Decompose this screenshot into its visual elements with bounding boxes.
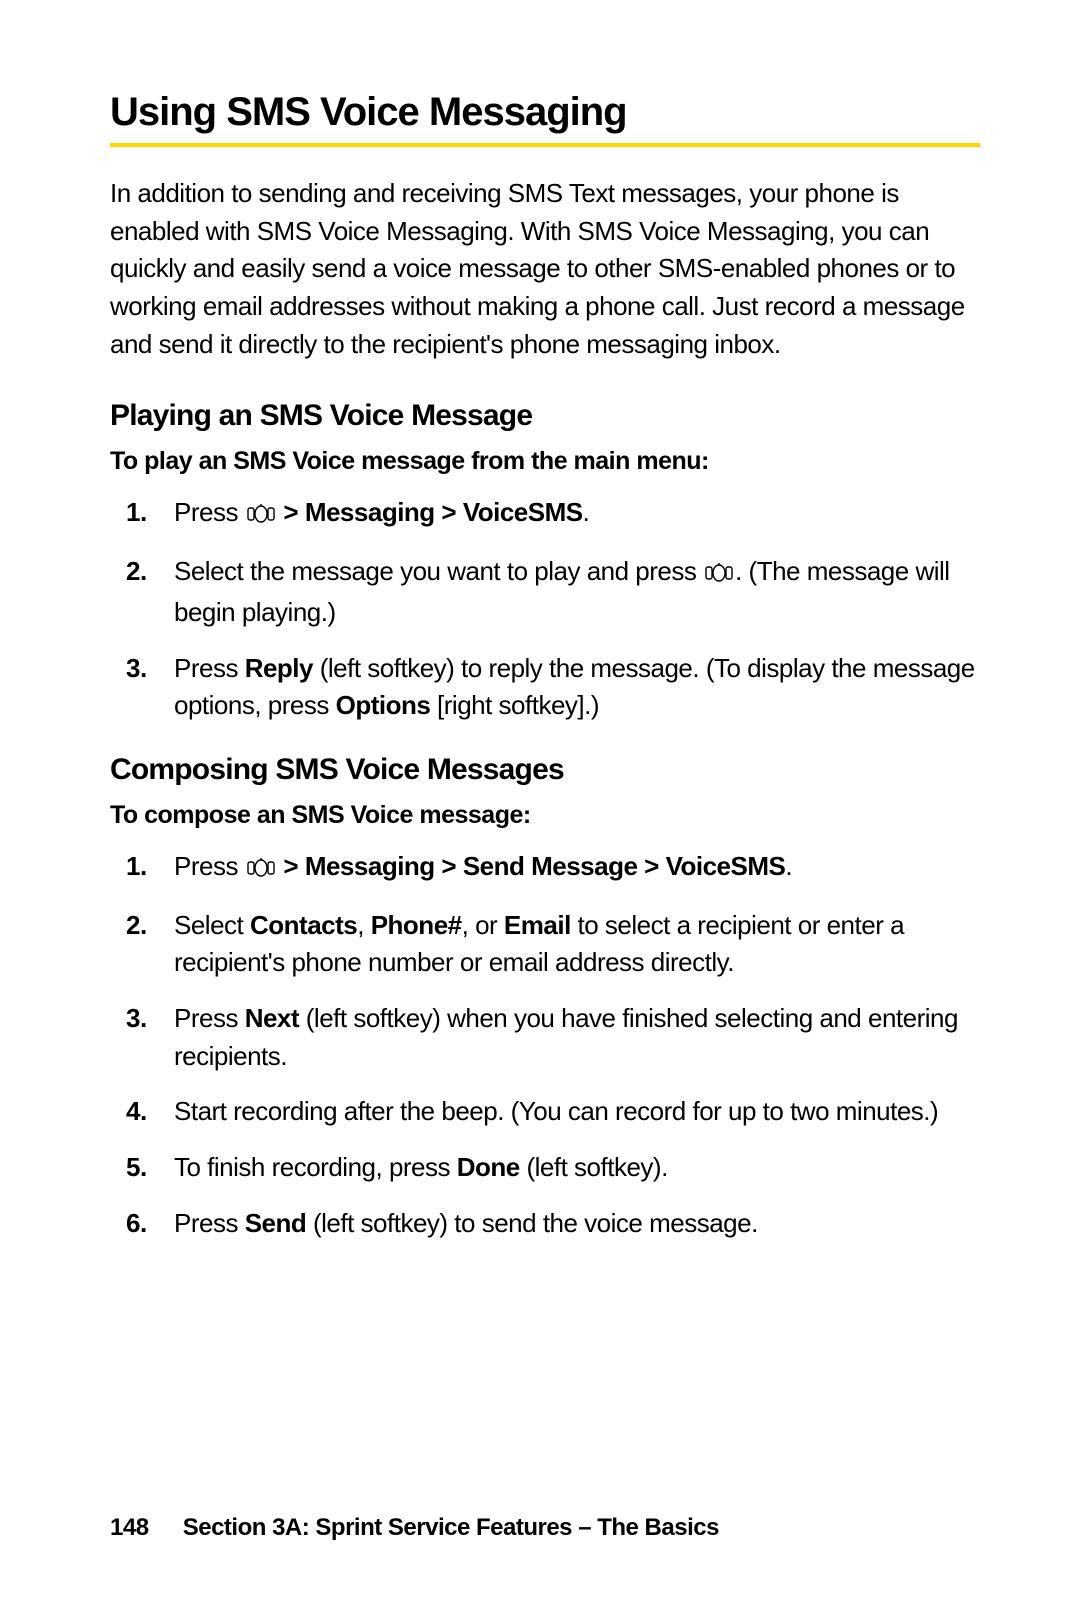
step-text: Press — [174, 851, 245, 881]
step-number: 2. — [126, 907, 147, 945]
subhead-composing: Composing SMS Voice Messages — [110, 753, 980, 787]
step-number: 4. — [126, 1093, 147, 1131]
bold-options: Options — [336, 690, 431, 720]
menu-path: > Messaging > Send Message > VoiceSMS — [277, 851, 786, 881]
step-text: , — [357, 910, 370, 940]
step-item: 2. Select the message you want to play a… — [174, 553, 980, 631]
steps-playing: 1. Press > Messaging > VoiceSMS. 2. Sele… — [110, 494, 980, 724]
page-title: Using SMS Voice Messaging — [110, 90, 980, 147]
step-item: 1. Press > Messaging > VoiceSMS. — [174, 494, 980, 535]
page-number: 148 — [110, 1514, 149, 1541]
step-item: 3. Press Next (left softkey) when you ha… — [174, 1000, 980, 1075]
bold-phone: Phone# — [371, 910, 462, 940]
step-number: 3. — [126, 1000, 147, 1038]
menu-path: > Messaging > VoiceSMS — [277, 497, 583, 527]
step-item: 5. To finish recording, press Done (left… — [174, 1149, 980, 1187]
footer-text: Section 3A: Sprint Service Features – Th… — [183, 1514, 719, 1541]
label-composing: To compose an SMS Voice message: — [110, 801, 980, 830]
step-text: Press — [174, 653, 245, 683]
step-item: 4. Start recording after the beep. (You … — [174, 1093, 980, 1131]
bold-email: Email — [504, 910, 571, 940]
label-playing: To play an SMS Voice message from the ma… — [110, 447, 980, 476]
step-item: 6. Press Send (left softkey) to send the… — [174, 1205, 980, 1243]
steps-composing: 1. Press > Messaging > Send Message > Vo… — [110, 848, 980, 1243]
page-footer: 148 Section 3A: Sprint Service Features … — [110, 1514, 719, 1542]
step-text: Press — [174, 1003, 245, 1033]
intro-paragraph: In addition to sending and receiving SMS… — [110, 175, 980, 363]
subhead-playing: Playing an SMS Voice Message — [110, 399, 980, 433]
step-item: 1. Press > Messaging > Send Message > Vo… — [174, 848, 980, 889]
step-text: Press — [174, 1208, 245, 1238]
step-text: , or — [462, 910, 504, 940]
bold-next: Next — [245, 1003, 299, 1033]
step-text: To finish recording, press — [174, 1152, 457, 1182]
bold-send: Send — [245, 1208, 307, 1238]
nav-key-icon — [247, 851, 275, 889]
bold-reply: Reply — [245, 653, 313, 683]
step-text: [right softkey].) — [430, 690, 599, 720]
manual-page: Using SMS Voice Messaging In addition to… — [0, 0, 1080, 1620]
step-item: 2. Select Contacts, Phone#, or Email to … — [174, 907, 980, 982]
step-number: 5. — [126, 1149, 147, 1187]
step-text: Press — [174, 497, 245, 527]
step-number: 3. — [126, 650, 147, 688]
bold-done: Done — [457, 1152, 520, 1182]
step-number: 2. — [126, 553, 147, 591]
step-number: 6. — [126, 1205, 147, 1243]
nav-key-icon — [247, 497, 275, 535]
bold-contacts: Contacts — [250, 910, 357, 940]
step-text: Select — [174, 910, 250, 940]
step-text: Select the message you want to play and … — [174, 556, 703, 586]
nav-key-icon — [705, 556, 733, 594]
step-number: 1. — [126, 494, 147, 532]
step-number: 1. — [126, 848, 147, 886]
step-text: . — [785, 851, 792, 881]
step-text: . — [583, 497, 590, 527]
step-text: Start recording after the beep. (You can… — [174, 1096, 938, 1126]
step-text: (left softkey). — [520, 1152, 668, 1182]
step-text: (left softkey) to send the voice message… — [306, 1208, 758, 1238]
step-item: 3. Press Reply (left softkey) to reply t… — [174, 650, 980, 725]
